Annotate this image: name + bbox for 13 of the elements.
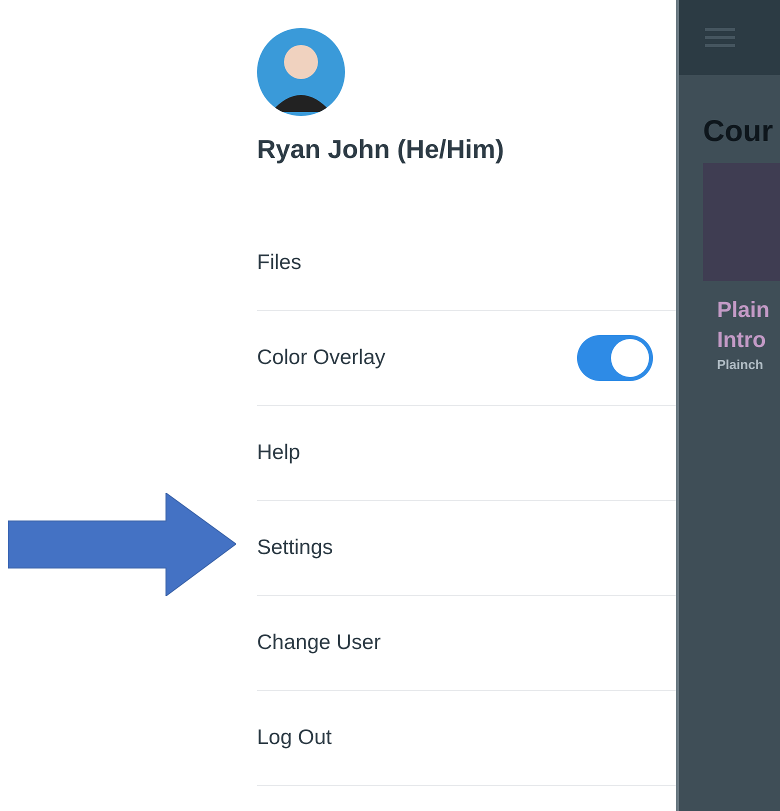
menu-item-label: Log Out <box>257 726 332 750</box>
menu-item-label: Files <box>257 251 302 275</box>
menu-item-label: Settings <box>257 536 333 560</box>
page-heading: Cour <box>703 115 774 149</box>
arrow-icon <box>8 493 236 596</box>
course-title: Plain Intro <box>717 296 771 354</box>
menu-item-label: Change User <box>257 631 381 655</box>
user-name: Ryan John (He/Him) <box>257 134 504 165</box>
course-subtitle: Plainch <box>717 357 764 372</box>
menu-item[interactable]: Color Overlay <box>257 311 676 406</box>
menu-item-label: Help <box>257 441 300 465</box>
menu-item-label: Color Overlay <box>257 346 386 370</box>
toggle-switch[interactable] <box>577 335 653 381</box>
